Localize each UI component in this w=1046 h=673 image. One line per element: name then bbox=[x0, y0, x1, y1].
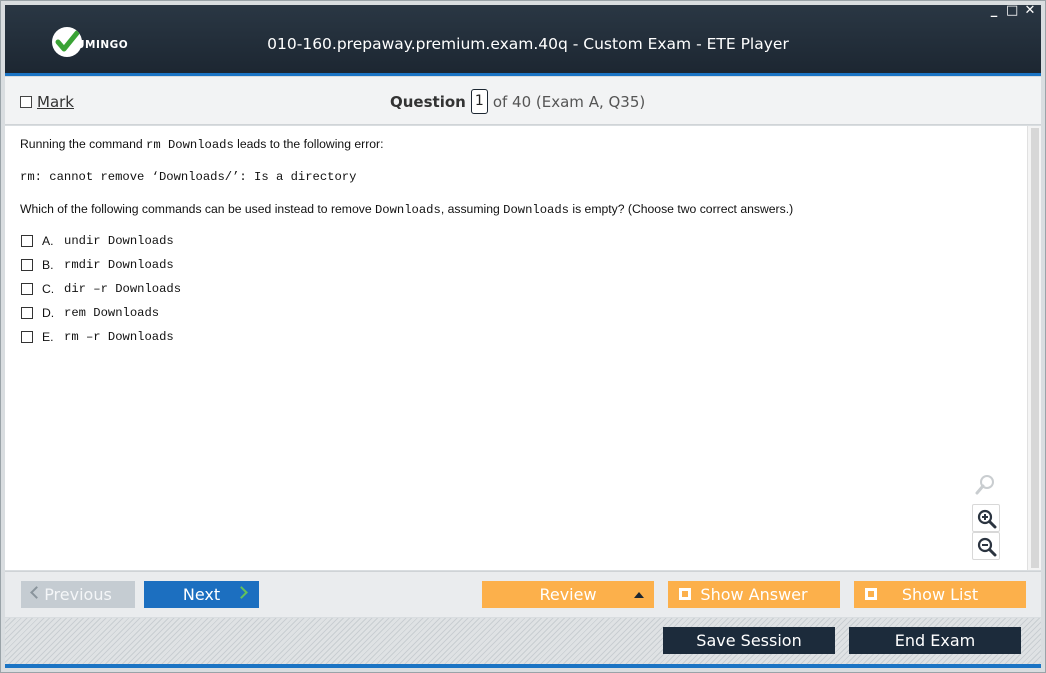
answer-letter: E. bbox=[42, 330, 54, 344]
window-controls: _ □ ✕ bbox=[988, 4, 1036, 18]
answer-letter: B. bbox=[42, 258, 54, 272]
question-text: leads to the following error: bbox=[233, 137, 384, 151]
answer-option-d[interactable]: D. rem Downloads bbox=[21, 306, 159, 320]
answer-text[interactable]: rem Downloads bbox=[64, 306, 159, 320]
review-button[interactable]: Review bbox=[482, 581, 654, 608]
caret-up-icon[interactable] bbox=[634, 592, 644, 598]
question-text: Running the command bbox=[20, 137, 147, 151]
question-text-line1: Running the command rm Downloads leads t… bbox=[20, 137, 384, 152]
chevron-left-icon bbox=[30, 586, 43, 599]
question-counter: Question 1 of 40 (Exam A, Q35) bbox=[390, 89, 645, 114]
answer-option-e[interactable]: E. rm –r Downloads bbox=[21, 330, 174, 344]
question-text: Which of the following commands can be u… bbox=[20, 202, 375, 216]
answer-text[interactable]: dir –r Downloads bbox=[64, 282, 181, 296]
question-text: is empty? (Choose two correct answers.) bbox=[568, 202, 794, 216]
next-label: Next bbox=[182, 585, 221, 604]
next-button[interactable]: Next bbox=[144, 581, 259, 608]
answer-option-c[interactable]: C. dir –r Downloads bbox=[21, 282, 181, 296]
mark-checkbox-box[interactable] bbox=[20, 96, 32, 108]
chevron-right-icon bbox=[235, 586, 248, 599]
navigation-bar: Previous Next Review Show Answer Show Li… bbox=[5, 571, 1041, 617]
close-button[interactable]: ✕ bbox=[1024, 4, 1036, 18]
answer-option-a[interactable]: A. undir Downloads bbox=[21, 234, 174, 248]
zoom-in-icon bbox=[977, 509, 997, 529]
answer-text[interactable]: rmdir Downloads bbox=[64, 258, 174, 272]
title-accent-line bbox=[5, 73, 1041, 76]
code-snippet: Downloads bbox=[374, 203, 441, 217]
zoom-out-button[interactable] bbox=[972, 532, 1000, 560]
end-exam-button[interactable]: End Exam bbox=[849, 627, 1021, 654]
answer-option-b[interactable]: B. rmdir Downloads bbox=[21, 258, 174, 272]
answer-checkbox[interactable] bbox=[21, 283, 33, 295]
show-answer-button[interactable]: Show Answer bbox=[668, 581, 840, 608]
vertical-scrollbar[interactable] bbox=[1027, 126, 1041, 570]
question-text: , assuming bbox=[440, 202, 504, 216]
previous-label: Previous bbox=[44, 585, 112, 604]
mark-label[interactable]: Mark bbox=[37, 93, 74, 111]
question-total: of 40 (Exam A, Q35) bbox=[492, 92, 646, 111]
maximize-button[interactable]: □ bbox=[1006, 4, 1018, 18]
mark-checkbox[interactable]: Mark bbox=[20, 93, 74, 111]
show-list-button[interactable]: Show List bbox=[854, 581, 1026, 608]
save-session-button[interactable]: Save Session bbox=[663, 627, 835, 654]
checkbox-icon bbox=[865, 588, 877, 600]
question-label: Question bbox=[390, 92, 466, 111]
answer-text[interactable]: rm –r Downloads bbox=[64, 330, 174, 344]
question-header: Mark Question 1 of 40 (Exam A, Q35) bbox=[5, 77, 1041, 125]
answer-checkbox[interactable] bbox=[21, 235, 33, 247]
error-message: rm: cannot remove ‘Downloads/’: Is a dir… bbox=[20, 170, 357, 184]
checkbox-icon bbox=[679, 588, 691, 600]
zoom-out-icon bbox=[977, 537, 997, 557]
answer-checkbox[interactable] bbox=[21, 259, 33, 271]
show-answer-label: Show Answer bbox=[700, 585, 808, 604]
answer-text[interactable]: undir Downloads bbox=[64, 234, 174, 248]
answer-checkbox[interactable] bbox=[21, 307, 33, 319]
answer-letter: D. bbox=[42, 306, 55, 320]
question-content: Running the command rm Downloads leads t… bbox=[5, 126, 1027, 570]
bottom-accent-line bbox=[5, 664, 1041, 668]
answer-letter: C. bbox=[42, 282, 55, 296]
zoom-in-button[interactable] bbox=[972, 504, 1000, 532]
minimize-button[interactable]: _ bbox=[988, 4, 1000, 18]
search-icon[interactable] bbox=[974, 474, 996, 496]
window-title: 010-160.prepaway.premium.exam.40q - Cust… bbox=[267, 35, 789, 53]
answer-letter: A. bbox=[42, 234, 54, 248]
title-bar: UMINGO 010-160.prepaway.premium.exam.40q… bbox=[5, 5, 1041, 75]
previous-button[interactable]: Previous bbox=[21, 581, 135, 608]
review-label: Review bbox=[539, 585, 597, 604]
show-list-label: Show List bbox=[901, 585, 979, 604]
answer-checkbox[interactable] bbox=[21, 331, 33, 343]
question-text-line3: Which of the following commands can be u… bbox=[20, 202, 793, 217]
question-number-input[interactable]: 1 bbox=[470, 89, 488, 114]
code-snippet: rm Downloads bbox=[146, 138, 234, 152]
code-snippet: Downloads bbox=[503, 203, 569, 217]
scrollbar-thumb[interactable] bbox=[1031, 128, 1039, 568]
